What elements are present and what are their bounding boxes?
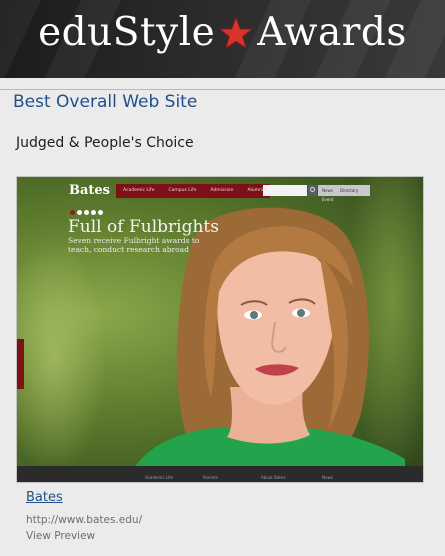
slideshow-dots bbox=[70, 210, 103, 215]
brand-name-left: eduStyle bbox=[38, 10, 216, 55]
brand-name-right: Awards bbox=[257, 10, 407, 55]
mock-event-label: Event bbox=[322, 197, 334, 202]
site-url: http://www.bates.edu/ bbox=[26, 514, 143, 526]
site-name-link[interactable]: Bates bbox=[26, 490, 63, 505]
site-header: eduStyle Awards bbox=[0, 0, 445, 78]
slide-dot-active bbox=[70, 210, 75, 215]
mock-side-tab bbox=[17, 339, 24, 389]
mock-nav-item: Admission bbox=[210, 188, 234, 193]
slide-dot bbox=[84, 210, 89, 215]
award-subcategory: Judged & People's Choice bbox=[16, 135, 194, 151]
mock-subheadline: Seven receive Fulbright awards to teach,… bbox=[68, 236, 200, 254]
divider bbox=[0, 89, 445, 90]
site-screenshot[interactable]: Bates Academic Life Campus Life Admissio… bbox=[16, 176, 424, 483]
mock-quick-link: News bbox=[322, 188, 333, 193]
mock-footer-column: News bbox=[322, 475, 333, 480]
mock-quick-links: News Directory bbox=[318, 185, 370, 196]
slide-dot bbox=[91, 210, 96, 215]
star-icon bbox=[219, 14, 254, 59]
mock-site-logo: Bates bbox=[69, 183, 111, 198]
view-preview-link[interactable]: View Preview bbox=[26, 530, 95, 542]
mock-footer-column: About Bates bbox=[261, 475, 286, 480]
mock-headline: Full of Fulbrights bbox=[68, 217, 219, 237]
edustyle-awards-logo[interactable]: eduStyle Awards bbox=[0, 10, 445, 59]
mock-nav-item: Academic Life bbox=[123, 188, 155, 193]
slide-dot bbox=[77, 210, 82, 215]
mock-search-field bbox=[263, 185, 307, 196]
award-category-title: Best Overall Web Site bbox=[13, 92, 198, 112]
mock-quick-link: Directory bbox=[339, 188, 359, 193]
mock-nav-bar: Academic Life Campus Life Admission Alum… bbox=[116, 184, 271, 198]
mock-footer-column: Academic Life bbox=[145, 475, 174, 480]
mock-site-footer: Academic Life Parents About Bates News bbox=[17, 466, 423, 482]
search-icon bbox=[308, 185, 317, 196]
mock-footer-column: Parents bbox=[203, 475, 218, 480]
mock-nav-item: Campus Life bbox=[168, 188, 197, 193]
slide-dot bbox=[98, 210, 103, 215]
